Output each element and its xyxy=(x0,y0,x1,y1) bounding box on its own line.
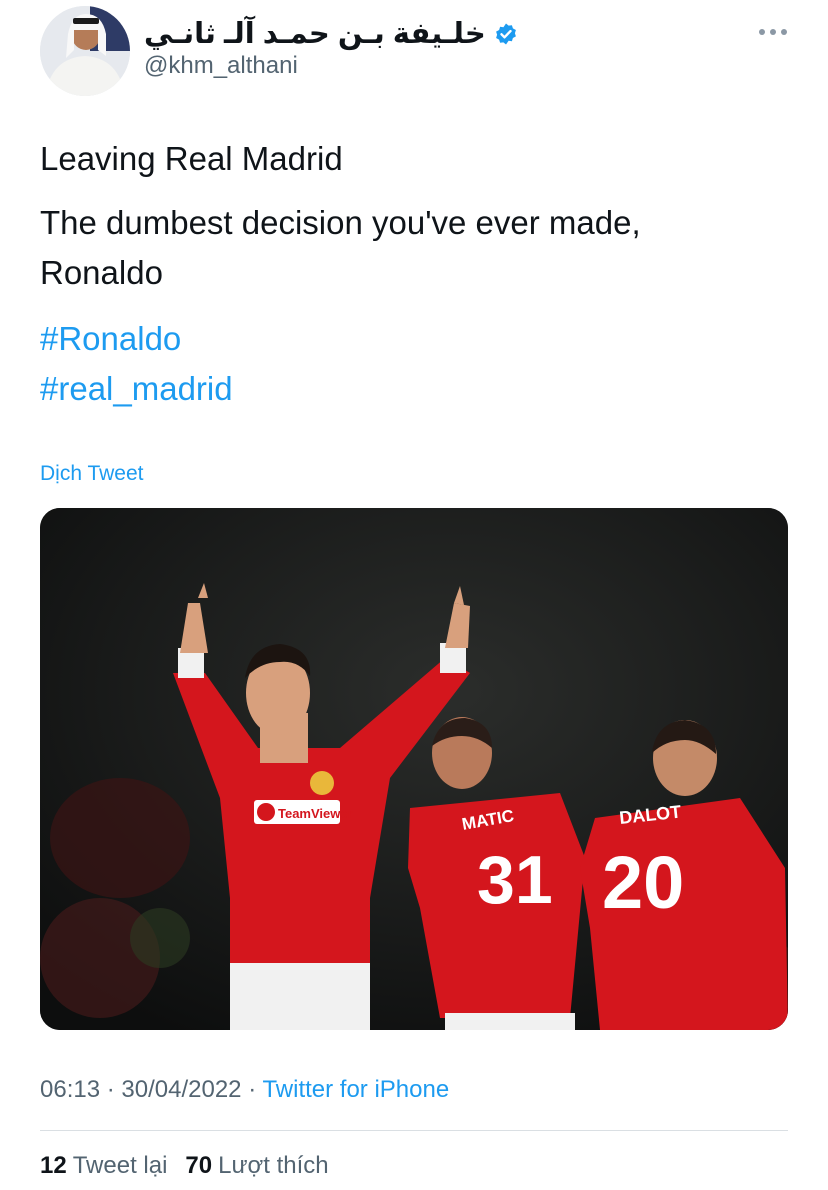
sponsor-logo-text: TeamViewer xyxy=(278,806,353,821)
likes-count: 70 xyxy=(185,1152,213,1179)
likes-stat[interactable]: 70 Lượt thích xyxy=(185,1152,328,1180)
tweet-text-line-2: The dumbest decision you've ever made, R… xyxy=(40,204,641,291)
retweets-count: 12 xyxy=(40,1152,67,1179)
meta-separator: · xyxy=(106,1076,115,1103)
tweet-header: خلـيفة بـن حمـد آلـ ثانـي @khm_althani xyxy=(40,4,800,96)
avatar[interactable] xyxy=(40,6,130,96)
divider xyxy=(40,1130,788,1131)
tweet-stats: 12 Tweet lại 70 Lượt thích xyxy=(40,1152,329,1180)
tweet-date[interactable]: 30/04/2022 xyxy=(121,1076,241,1103)
tweet-timestamp-line: 06:13 · 30/04/2022 · Twitter for iPhone xyxy=(40,1076,449,1104)
hashtag-ronaldo[interactable]: #Ronaldo xyxy=(40,314,233,364)
hashtags: #Ronaldo #real_madrid xyxy=(40,314,233,414)
retweets-stat[interactable]: 12 Tweet lại xyxy=(40,1152,167,1180)
meta-separator: · xyxy=(248,1076,257,1103)
author-display-name[interactable]: خلـيفة بـن حمـد آلـ ثانـي xyxy=(144,16,486,51)
retweets-label: Tweet lại xyxy=(72,1152,168,1179)
translate-tweet-link[interactable]: Dịch Tweet xyxy=(40,462,144,486)
tweet-photo[interactable]: TeamViewer MATIC 31 DALOT 20 xyxy=(40,508,788,1030)
more-options-icon[interactable] xyxy=(756,22,790,42)
tweet-time[interactable]: 06:13 xyxy=(40,1076,100,1103)
verified-badge-icon xyxy=(495,23,516,44)
likes-label: Lượt thích xyxy=(218,1152,329,1179)
photo-football-players: TeamViewer MATIC 31 DALOT 20 xyxy=(40,508,788,1030)
hashtag-real-madrid[interactable]: #real_madrid xyxy=(40,364,233,414)
author-name-row: خلـيفة بـن حمـد آلـ ثانـي xyxy=(144,16,518,51)
author-handle[interactable]: @khm_althani xyxy=(144,52,298,80)
jersey-31-number: 31 xyxy=(477,842,553,918)
avatar-image xyxy=(40,6,130,96)
tweet-source-link[interactable]: Twitter for iPhone xyxy=(262,1076,449,1103)
jersey-20-number: 20 xyxy=(602,841,684,924)
tweet-text: Leaving Real Madrid The dumbest decision… xyxy=(40,134,800,298)
tweet-text-line-1: Leaving Real Madrid xyxy=(40,140,343,177)
